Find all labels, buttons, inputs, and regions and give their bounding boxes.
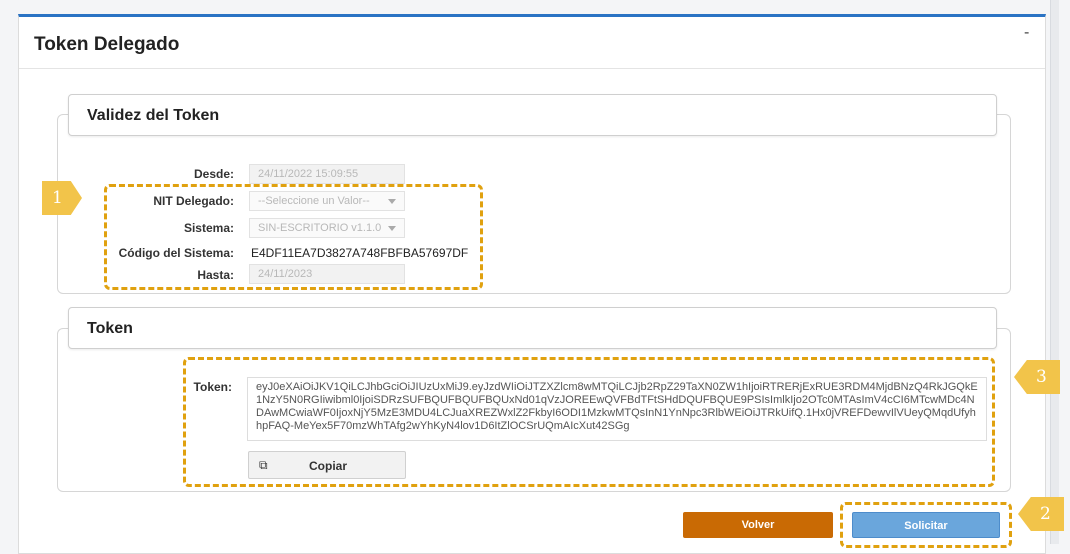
validez-panel-title: Validez del Token [87, 107, 220, 124]
highlight-box-3 [183, 357, 995, 487]
collapse-button[interactable]: - [1024, 24, 1029, 42]
title-divider [19, 68, 1045, 69]
page-scrollbar[interactable] [1050, 0, 1059, 544]
desde-label: Desde: [193, 167, 234, 181]
card-title: Token Delegado [34, 34, 180, 55]
token-panel-header: Token [68, 307, 997, 349]
desde-field: 24/11/2022 15:09:55 [249, 164, 405, 184]
volver-button[interactable]: Volver [683, 512, 833, 538]
highlight-box-1 [104, 184, 483, 290]
highlight-box-2 [840, 502, 1012, 548]
validez-panel-header: Validez del Token [68, 94, 997, 136]
token-panel-title: Token [87, 320, 133, 337]
